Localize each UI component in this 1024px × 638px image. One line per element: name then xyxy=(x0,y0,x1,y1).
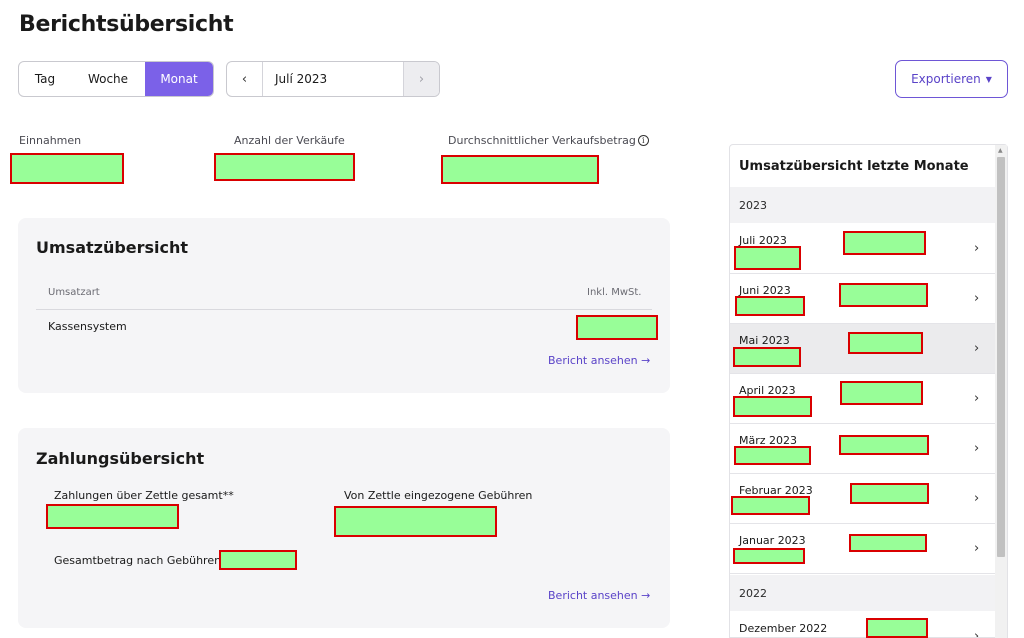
tab-week[interactable]: Woche xyxy=(71,62,145,96)
view-report-link[interactable]: Bericht ansehen → xyxy=(548,354,650,367)
period-picker: ‹ Julí 2023 › xyxy=(226,61,440,97)
chevron-right-icon: › xyxy=(974,541,980,556)
redacted-value xyxy=(219,550,297,570)
redacted-value xyxy=(10,153,124,184)
view-report-link[interactable]: Bericht ansehen → xyxy=(548,589,650,602)
tab-day[interactable]: Tag xyxy=(19,62,71,96)
month-label: Januar 2023 xyxy=(739,534,806,547)
kpi-label-sales-count: Anzahl der Verkäufe xyxy=(234,134,345,147)
net-total-label: Gesamtbetrag nach Gebühren xyxy=(54,554,222,567)
period-segmented-control: Tag Woche Monat xyxy=(18,61,214,97)
kpi-label-average-text: Durchschnittlicher Verkaufsbetrag xyxy=(448,134,636,147)
kpi-label-revenue: Einnahmen xyxy=(19,134,82,147)
month-row[interactable]: Dezember 2022 › xyxy=(730,612,995,638)
fees-label: Von Zettle eingezogene Gebühren xyxy=(344,489,533,502)
chevron-right-icon: › xyxy=(974,491,980,506)
export-label: Exportieren xyxy=(911,72,981,86)
side-panel-scrollbar[interactable]: ▲ xyxy=(995,145,1007,638)
redacted-value xyxy=(441,155,599,184)
chevron-left-icon[interactable]: ‹ xyxy=(227,62,263,96)
redacted-value xyxy=(734,246,801,270)
redacted-value xyxy=(731,496,810,515)
info-icon[interactable]: i xyxy=(637,135,649,146)
year-header: 2022 xyxy=(730,575,995,611)
year-header: 2023 xyxy=(730,187,995,223)
chevron-right-icon: › xyxy=(974,629,980,638)
redacted-value xyxy=(735,296,805,316)
export-button[interactable]: Exportieren ▼ xyxy=(895,60,1008,98)
month-label: Mai 2023 xyxy=(739,334,790,347)
kpi-label-average: Durchschnittlicher Verkaufsbetrag i xyxy=(448,134,649,147)
tab-month[interactable]: Monat xyxy=(145,62,213,96)
scroll-thumb[interactable] xyxy=(997,157,1005,557)
chevron-right-icon: › xyxy=(974,391,980,406)
redacted-value xyxy=(849,534,927,552)
redacted-value xyxy=(848,332,923,354)
page-title: Berichtsübersicht xyxy=(19,12,234,37)
redacted-value xyxy=(733,347,801,367)
divider xyxy=(36,309,652,310)
redacted-value xyxy=(866,618,928,638)
redacted-value xyxy=(733,396,812,417)
column-header-type: Umsatzart xyxy=(48,287,100,298)
redacted-value xyxy=(843,231,926,255)
column-header-incl-vat: Inkl. MwSt. xyxy=(587,287,642,298)
redacted-value xyxy=(733,548,805,564)
scroll-up-arrow-icon[interactable]: ▲ xyxy=(998,147,1003,154)
total-payments-label: Zahlungen über Zettle gesamt** xyxy=(54,489,234,502)
chevron-right-icon[interactable]: › xyxy=(403,62,439,96)
redacted-value xyxy=(46,504,179,529)
redacted-value xyxy=(839,435,929,455)
sales-overview-title: Umsatzübersicht xyxy=(36,238,189,257)
chevron-right-icon: › xyxy=(974,291,980,306)
chevron-right-icon: › xyxy=(974,441,980,456)
redacted-value xyxy=(850,483,929,504)
panel-title: Umsatzübersicht letzte Monate xyxy=(739,159,969,174)
payment-overview-title: Zahlungsübersicht xyxy=(36,449,205,468)
redacted-value xyxy=(334,506,497,537)
month-label: Dezember 2022 xyxy=(739,622,828,635)
chevron-right-icon: › xyxy=(974,241,980,256)
chevron-right-icon: › xyxy=(974,341,980,356)
table-row: Kassensystem xyxy=(48,320,127,333)
redacted-value xyxy=(840,381,923,405)
redacted-value xyxy=(576,315,658,340)
caret-down-icon: ▼ xyxy=(985,74,992,84)
selected-period[interactable]: Julí 2023 xyxy=(263,62,403,96)
redacted-value xyxy=(839,283,928,307)
redacted-value xyxy=(734,446,811,465)
redacted-value xyxy=(214,153,355,181)
